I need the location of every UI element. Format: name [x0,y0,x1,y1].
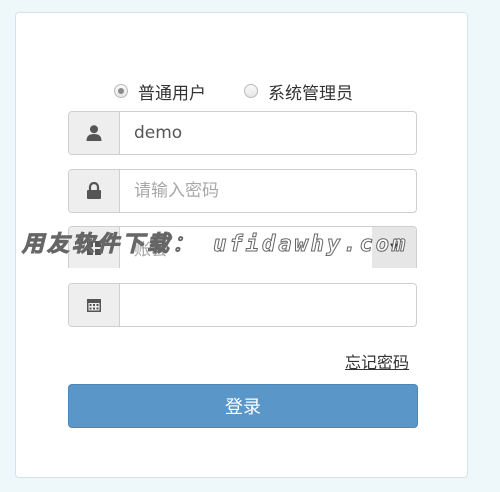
account-select[interactable]: 账套 ▼ [120,227,416,268]
login-button[interactable]: 登录 [68,384,418,428]
account-select-value: 账套 [134,240,168,260]
radio-system-admin-label: 系统管理员 [268,83,353,104]
date-group [68,283,417,327]
radio-normal-user[interactable]: 普通用户 [114,79,206,104]
grid-icon [69,227,120,268]
radio-system-admin-circle[interactable] [244,84,258,98]
password-input[interactable] [120,170,416,212]
chevron-down-icon[interactable]: ▼ [372,227,416,268]
password-group [68,169,417,213]
username-input[interactable] [120,112,416,154]
radio-normal-user-circle[interactable] [114,84,128,98]
login-card: 普通用户 系统管理员 demo 账套 ▼ 忘记密码 登录 [15,12,468,478]
radio-system-admin[interactable]: 系统管理员 [244,79,353,104]
radio-normal-user-label: 普通用户 [138,83,206,104]
user-icon [69,112,120,154]
lock-icon [69,170,120,212]
username-group [68,111,417,155]
date-input[interactable] [120,284,416,326]
account-group: 账套 ▼ [68,226,417,268]
role-selector: 普通用户 系统管理员 [16,79,467,104]
calendar-icon [69,284,120,326]
forgot-password-link[interactable]: 忘记密码 [345,349,409,373]
